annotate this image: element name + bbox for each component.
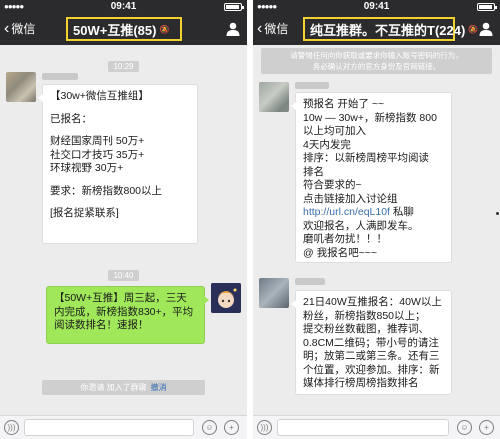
- chat-title-box: 纯互推群。不互推的T(224) 🔕: [303, 17, 478, 41]
- msg-line: 内完成，新榜指数830+，平均: [54, 305, 194, 318]
- group-info-icon[interactable]: [225, 21, 241, 37]
- message-input[interactable]: [277, 419, 449, 436]
- msg-line: 媒体排行榜周榜指数排名: [303, 377, 419, 389]
- mute-icon: 🔕: [468, 24, 479, 34]
- msg-line: 0.8CM二维码；带小号的请注: [303, 336, 439, 349]
- msg-line: 财经国家周刊 50万+: [50, 135, 145, 147]
- msg-line: @ 我报名吧~~~: [303, 246, 377, 259]
- back-button[interactable]: ‹ 微信: [257, 20, 288, 37]
- avatar[interactable]: [6, 72, 36, 102]
- msg-line: 欢迎报名，人满即发车。: [303, 219, 419, 232]
- chat-title: 50W+互推(85): [73, 22, 157, 38]
- message-bubble[interactable]: 21日40W互推报名：40W以上 粉丝，新榜指数850以上； 提交粉丝数截图，推…: [291, 290, 452, 395]
- status-time: 09:41: [110, 1, 137, 12]
- msg-line: 【30w+微信互推组】: [50, 90, 149, 102]
- battery-icon: [224, 3, 244, 11]
- avatar[interactable]: [259, 278, 289, 308]
- system-notice: 你邀请 加入了群聊 撤消: [42, 380, 205, 395]
- emoji-icon[interactable]: ☺: [457, 420, 472, 435]
- security-notice: 请警惕任何向你获取或要求你输入账号密码的行为， 务必确认对方的官方身份及官网链接…: [261, 48, 492, 74]
- chat-screen-right: ●●●●● 09:41 ‹ 微信 纯互推群。不互推的T(224) 🔕 请警惕任何…: [253, 0, 500, 439]
- plus-icon[interactable]: +: [224, 420, 239, 435]
- msg-line: 阅读数排名！速报！: [54, 319, 149, 331]
- msg-line: 明；放第二或第三条。还有三: [303, 350, 440, 362]
- msg-line: 社交口才技巧 35万+: [50, 148, 145, 161]
- msg-line: 10w — 30w+，新榜指数 800: [303, 111, 437, 124]
- anime-avatar-icon: [211, 283, 241, 313]
- msg-line: 以上均可加入: [303, 125, 366, 137]
- mute-icon: 🔕: [159, 24, 170, 34]
- avatar[interactable]: [259, 82, 289, 112]
- msg-line: 排序：以新榜周榜平均阅读: [303, 152, 429, 164]
- chat-title: 纯互推群。不互推的T(224): [310, 22, 466, 38]
- emoji-icon[interactable]: ☺: [202, 420, 217, 435]
- msg-line: 点击链接加入讨论组: [303, 192, 398, 205]
- msg-line: 要求：新榜指数800以上: [50, 184, 163, 197]
- sender-name: [295, 278, 325, 285]
- avatar[interactable]: [211, 283, 241, 313]
- sender-name: [295, 82, 329, 89]
- message-bubble-sent[interactable]: 【50W+互推】周三起，三天 内完成，新榜指数830+，平均 阅读数排名！速报！: [46, 286, 209, 344]
- nav-bar: ‹ 微信 50W+互推(85) 🔕: [0, 14, 247, 45]
- msg-line: [报名捉紧联系]: [50, 207, 119, 219]
- msg-line: 已报名：: [50, 112, 92, 125]
- message-input[interactable]: [24, 419, 194, 436]
- voice-icon[interactable]: ))): [4, 420, 19, 435]
- back-label: 微信: [264, 22, 289, 36]
- msg-line: 个位置，欢迎参加。排序：新: [303, 363, 440, 376]
- nav-bar: ‹ 微信 纯互推群。不互推的T(224) 🔕: [253, 14, 500, 45]
- voice-icon[interactable]: ))): [257, 420, 272, 435]
- undo-link[interactable]: 撤消: [151, 383, 167, 392]
- msg-line: 粉丝，新榜指数850以上；: [303, 309, 426, 322]
- chat-title-box: 50W+互推(85) 🔕: [66, 17, 182, 41]
- message-bubble[interactable]: 【30w+微信互推组】 已报名： 财经国家周刊 50万+ 社交口才技巧 35万+…: [38, 84, 198, 244]
- msg-line: 提交粉丝数截图，推荐词、: [303, 323, 429, 335]
- msg-line: 4天内发完: [303, 138, 351, 151]
- back-label: 微信: [11, 22, 36, 36]
- msg-line: 磨叽者勿扰！！！: [303, 233, 387, 245]
- msg-line: 符合要求的~: [303, 179, 362, 191]
- status-time: 09:41: [363, 1, 390, 12]
- msg-line: 排名: [303, 165, 324, 178]
- back-button[interactable]: ‹ 微信: [4, 20, 35, 37]
- sender-name: [42, 73, 78, 80]
- timestamp: 10:40: [0, 265, 247, 283]
- input-bar: ))) ☺ +: [253, 415, 500, 439]
- chevron-left-icon: ‹: [257, 19, 263, 37]
- msg-line: http://url.cn/eqL10f 私聊: [303, 206, 414, 218]
- status-bar: ●●●●● 09:41: [253, 0, 500, 14]
- group-link[interactable]: http://url.cn/eqL10f: [303, 206, 390, 218]
- battery-icon: [477, 3, 497, 11]
- timestamp: 10:29: [0, 56, 247, 74]
- message-bubble[interactable]: 预报名 开始了 ~~ 10w — 30w+，新榜指数 800 以上均可加入 4天…: [291, 92, 452, 263]
- msg-line: 环球视野 30万+: [50, 162, 124, 174]
- status-bar: ●●●●● 09:41: [0, 0, 247, 14]
- chat-screen-left: ●●●●● 09:41 ‹ 微信 50W+互推(85) 🔕 10:29 【30w…: [0, 0, 247, 439]
- plus-icon[interactable]: +: [479, 420, 494, 435]
- edge-dot: [496, 212, 499, 215]
- msg-line: 21日40W互推报名：40W以上: [303, 296, 442, 308]
- chevron-left-icon: ‹: [4, 19, 10, 37]
- msg-line: 预报名 开始了 ~~: [303, 98, 385, 110]
- input-bar: ))) ☺ +: [0, 415, 247, 439]
- msg-line: 【50W+互推】周三起，三天: [54, 292, 187, 304]
- group-info-icon[interactable]: [478, 21, 494, 37]
